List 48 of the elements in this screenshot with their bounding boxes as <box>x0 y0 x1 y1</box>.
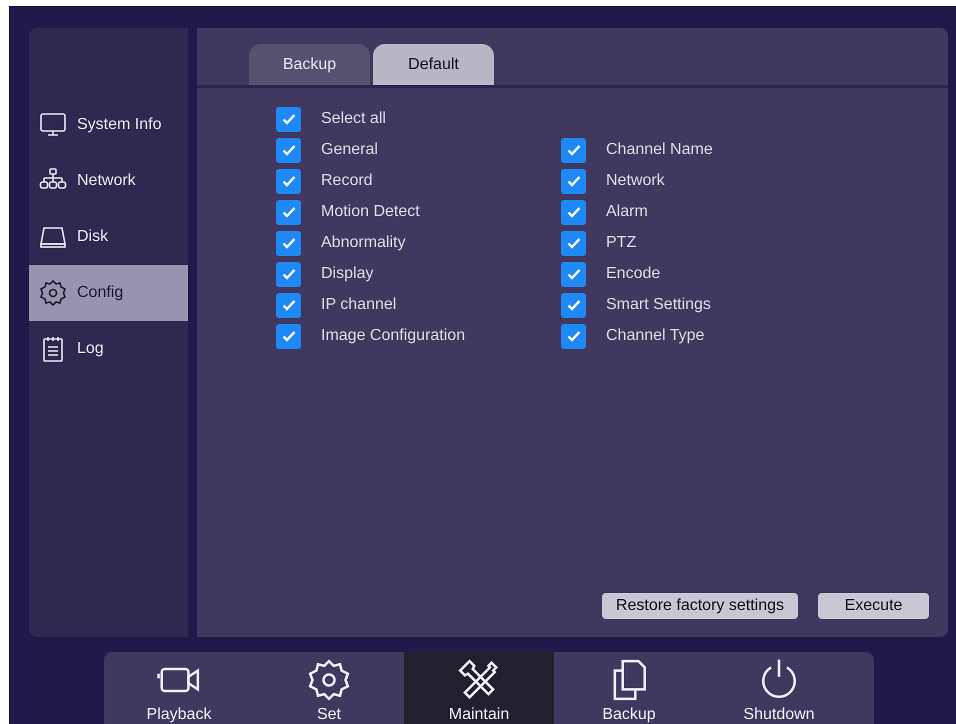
checkbox[interactable] <box>561 168 586 194</box>
option-label: PTZ <box>606 234 636 252</box>
checkbox[interactable] <box>561 138 586 162</box>
restore-button[interactable]: Restore factory settings <box>602 593 798 619</box>
option-label: Network <box>606 172 665 190</box>
sidebar-item[interactable]: Network <box>29 153 188 209</box>
option-label: Channel Type <box>606 327 704 345</box>
option-label: Channel Name <box>606 141 713 159</box>
checkbox[interactable] <box>561 200 586 224</box>
nav-item[interactable]: Playback <box>104 652 254 724</box>
checkbox[interactable] <box>561 262 586 286</box>
nav-item[interactable]: Maintain <box>404 652 554 724</box>
sidebar-item[interactable]: System Info <box>29 97 188 153</box>
tab[interactable]: Default <box>373 44 494 85</box>
option-label: Motion Detect <box>321 203 420 221</box>
option-label: Encode <box>606 265 660 283</box>
checkbox[interactable] <box>276 324 301 348</box>
option-label: Select all <box>321 110 386 128</box>
checkbox[interactable] <box>276 106 301 132</box>
checkbox[interactable] <box>276 200 301 224</box>
nav-item[interactable]: Backup <box>554 652 704 724</box>
checkbox[interactable] <box>561 324 586 348</box>
checkbox[interactable] <box>276 262 301 286</box>
nav-item[interactable]: Set <box>254 652 404 724</box>
checkbox[interactable] <box>276 230 301 256</box>
checkbox[interactable] <box>561 230 586 256</box>
sidebar-item[interactable]: Disk <box>29 209 188 265</box>
checkbox[interactable] <box>276 138 301 162</box>
tab[interactable]: Backup <box>249 44 370 85</box>
nav-item[interactable]: Shutdown <box>704 652 854 724</box>
checkbox[interactable] <box>561 292 586 318</box>
monitor-icon <box>39 111 67 139</box>
option-label: IP channel <box>321 296 396 314</box>
checkbox[interactable] <box>276 168 301 194</box>
option-label: Record <box>321 172 373 190</box>
option-label: Abnormality <box>321 234 406 252</box>
tools-icon <box>457 658 501 702</box>
option-label: Image Configuration <box>321 327 466 345</box>
checkbox[interactable] <box>276 292 301 318</box>
option-label: Smart Settings <box>606 296 711 314</box>
gear-icon <box>39 279 67 307</box>
execute-button[interactable]: Execute <box>818 593 929 619</box>
sidebar-item[interactable]: Config <box>29 265 188 321</box>
gear-icon <box>307 658 351 702</box>
sidebar-item[interactable]: Log <box>29 321 188 377</box>
option-label: General <box>321 141 378 159</box>
option-label: Display <box>321 265 374 283</box>
option-label: Alarm <box>606 203 648 221</box>
